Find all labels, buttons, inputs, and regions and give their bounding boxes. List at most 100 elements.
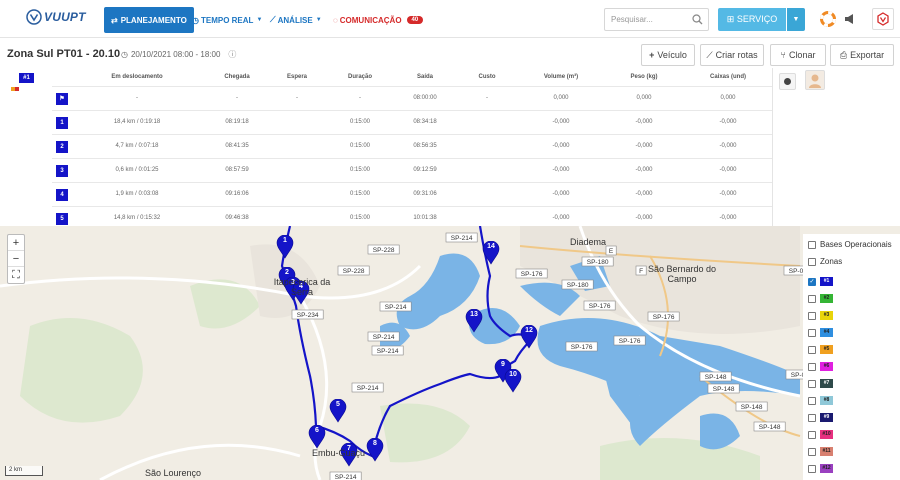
route-marker[interactable]: 10 [504,369,522,393]
create-routes-label: Criar rotas [715,50,758,60]
checkbox[interactable] [808,362,816,371]
start-flag-icon[interactable]: ⚑ [56,93,68,105]
service-button[interactable]: ⊞ SERVIÇO [718,8,786,31]
checkbox[interactable] [808,413,816,422]
logo[interactable]: VUUPT [26,9,86,25]
nav-tempo-real[interactable]: ◷ TEMPO REAL ▼ [192,7,262,33]
route-marker[interactable]: 5 [329,399,347,423]
search-icon[interactable] [692,14,703,25]
cell-boxes: -0,000 [719,167,737,173]
checkbox[interactable] [808,311,816,320]
marker-label: 2 [285,269,289,276]
checkbox[interactable] [808,345,816,354]
checkbox[interactable] [808,240,816,249]
table-row[interactable]: 3 0,6 km / 0:01:25 08:57:59 0:15:00 09:12:59… [52,158,772,182]
road-shield: SP-228 [367,244,400,255]
svg-text:SP-148: SP-148 [741,404,763,411]
checkbox[interactable] [808,464,816,473]
table-row[interactable]: 5 14,8 km / 0:15:32 09:46:38 0:15:00 10:01:3… [52,206,772,226]
svg-text:SP-176: SP-176 [521,271,543,278]
create-routes-button[interactable]: ⟋ Criar rotas [700,44,764,66]
clone-button[interactable]: ⑂ Clonar [770,44,826,66]
driver-avatar[interactable] [805,70,825,90]
cell-travel: 18,4 km / 0:19:18 [113,119,161,125]
nav-planejamento-label: PLANEJAMENTO [120,15,187,25]
marker-label: 10 [509,371,517,378]
info-icon[interactable]: ⓘ [228,49,236,60]
account-icon[interactable] [872,8,894,30]
marker-label: 6 [315,427,319,434]
vehicle-layer-toggle[interactable]: ✓ #1 [808,277,833,286]
help-icon[interactable] [817,8,839,30]
stop-number[interactable]: 2 [56,141,68,153]
vehicle-layer-toggle[interactable]: #3 [808,311,833,320]
cell-departure: 10:01:38 [413,215,437,221]
nav-planejamento[interactable]: ⇄ PLANEJAMENTO [104,7,194,33]
stop-number[interactable]: 5 [56,213,68,225]
vehicle-layer-toggle[interactable]: #6 [808,362,833,371]
zoom-in-button[interactable]: + [8,235,24,251]
route-marker[interactable]: 8 [366,438,384,462]
route-marker[interactable]: 6 [308,425,326,449]
collapse-button[interactable] [779,73,796,90]
nav-analise[interactable]: ⟋ ANÁLISE ▼ [270,7,322,33]
road-shield: SP-148 [735,401,768,412]
checkbox[interactable]: ✓ [808,277,816,286]
service-dropdown-button[interactable]: ▼ [787,8,805,31]
vehicle-layer-toggle[interactable]: #2 [808,294,833,303]
table-row[interactable]: 2 4,7 km / 0:07:18 08:41:35 0:15:00 08:56:35… [52,134,772,158]
stop-number[interactable]: 1 [56,117,68,129]
town-sao-lourenco: São Lourenço [145,468,202,478]
route-marker[interactable]: 1 [276,235,294,259]
vehicle-layer-toggle[interactable]: #12 [808,464,833,473]
stop-number[interactable]: 4 [56,189,68,201]
checkbox[interactable] [808,430,816,439]
vehicle-color-chip: #4 [820,328,833,337]
vehicle-layer-toggle[interactable]: #7 [808,379,833,388]
checkbox[interactable] [808,294,816,303]
route-marker[interactable]: 13 [465,309,483,333]
table-row[interactable]: 1 18,4 km / 0:19:18 08:19:18 0:15:00 08:34:1… [52,110,772,134]
vehicle-layer-toggle[interactable]: #8 [808,396,833,405]
road-shield: E [605,245,617,256]
route-marker[interactable]: 14 [482,241,500,265]
table-row[interactable]: ⚑ - - - -08:00:00-0,000 0,000 0,000 [52,86,772,110]
cell-boxes: -0,000 [719,143,737,149]
vehicle-layer-toggle[interactable]: #9 [808,413,833,422]
vehicle-layer-toggle[interactable]: #11 [808,447,833,456]
cell-weight: -0,000 [635,143,653,149]
checkbox[interactable] [808,396,816,405]
map[interactable]: SP-228 SP-228 SP-214 SP-214 SP-214 SP-214 SP-2… [0,226,900,480]
checkbox[interactable] [808,257,816,266]
route-marker[interactable]: 12 [520,325,538,349]
road-shield: SP-148 [707,383,740,394]
road-shield: SP-214 [379,301,412,312]
add-vehicle-button[interactable]: + Veículo [641,44,695,66]
vehicle-tag[interactable]: #1 [19,73,34,83]
stop-number[interactable]: 3 [56,165,68,177]
checkbox[interactable] [808,379,816,388]
road-shield: SP-214 [445,232,478,243]
cell-arrival: 09:46:38 [225,215,249,221]
zoom-out-button[interactable]: − [8,251,24,267]
layer-toggle[interactable]: Bases Operacionais [808,240,892,249]
announcement-icon[interactable] [839,8,861,30]
table-row[interactable]: 4 1,9 km / 0:03:08 09:16:06 0:15:00 09:31:06… [52,182,772,206]
cell-departure: 09:12:59 [413,167,437,173]
vehicle-layer-toggle[interactable]: #5 [808,345,833,354]
layer-toggle[interactable]: Zonas [808,257,842,266]
checkbox[interactable] [808,328,816,337]
col-header-travel: Em deslocamento [111,74,163,80]
vehicle-layer-toggle[interactable]: #10 [808,430,833,439]
cell-weight: 0,000 [636,95,652,101]
search-input[interactable]: Pesquisar... [604,8,709,31]
table-side-column [772,68,900,226]
nav-comunicacao[interactable]: ◌ COMUNICAÇÃO 40 [333,7,424,33]
checkbox[interactable] [808,447,816,456]
marker-label: 13 [470,311,478,318]
export-button[interactable]: ⎙ Exportar [830,44,894,66]
fullscreen-icon[interactable]: ⛶ [8,267,24,283]
vehicle-layer-toggle[interactable]: #4 [808,328,833,337]
marker-label: 5 [336,401,340,408]
plus-icon: + [649,50,655,60]
